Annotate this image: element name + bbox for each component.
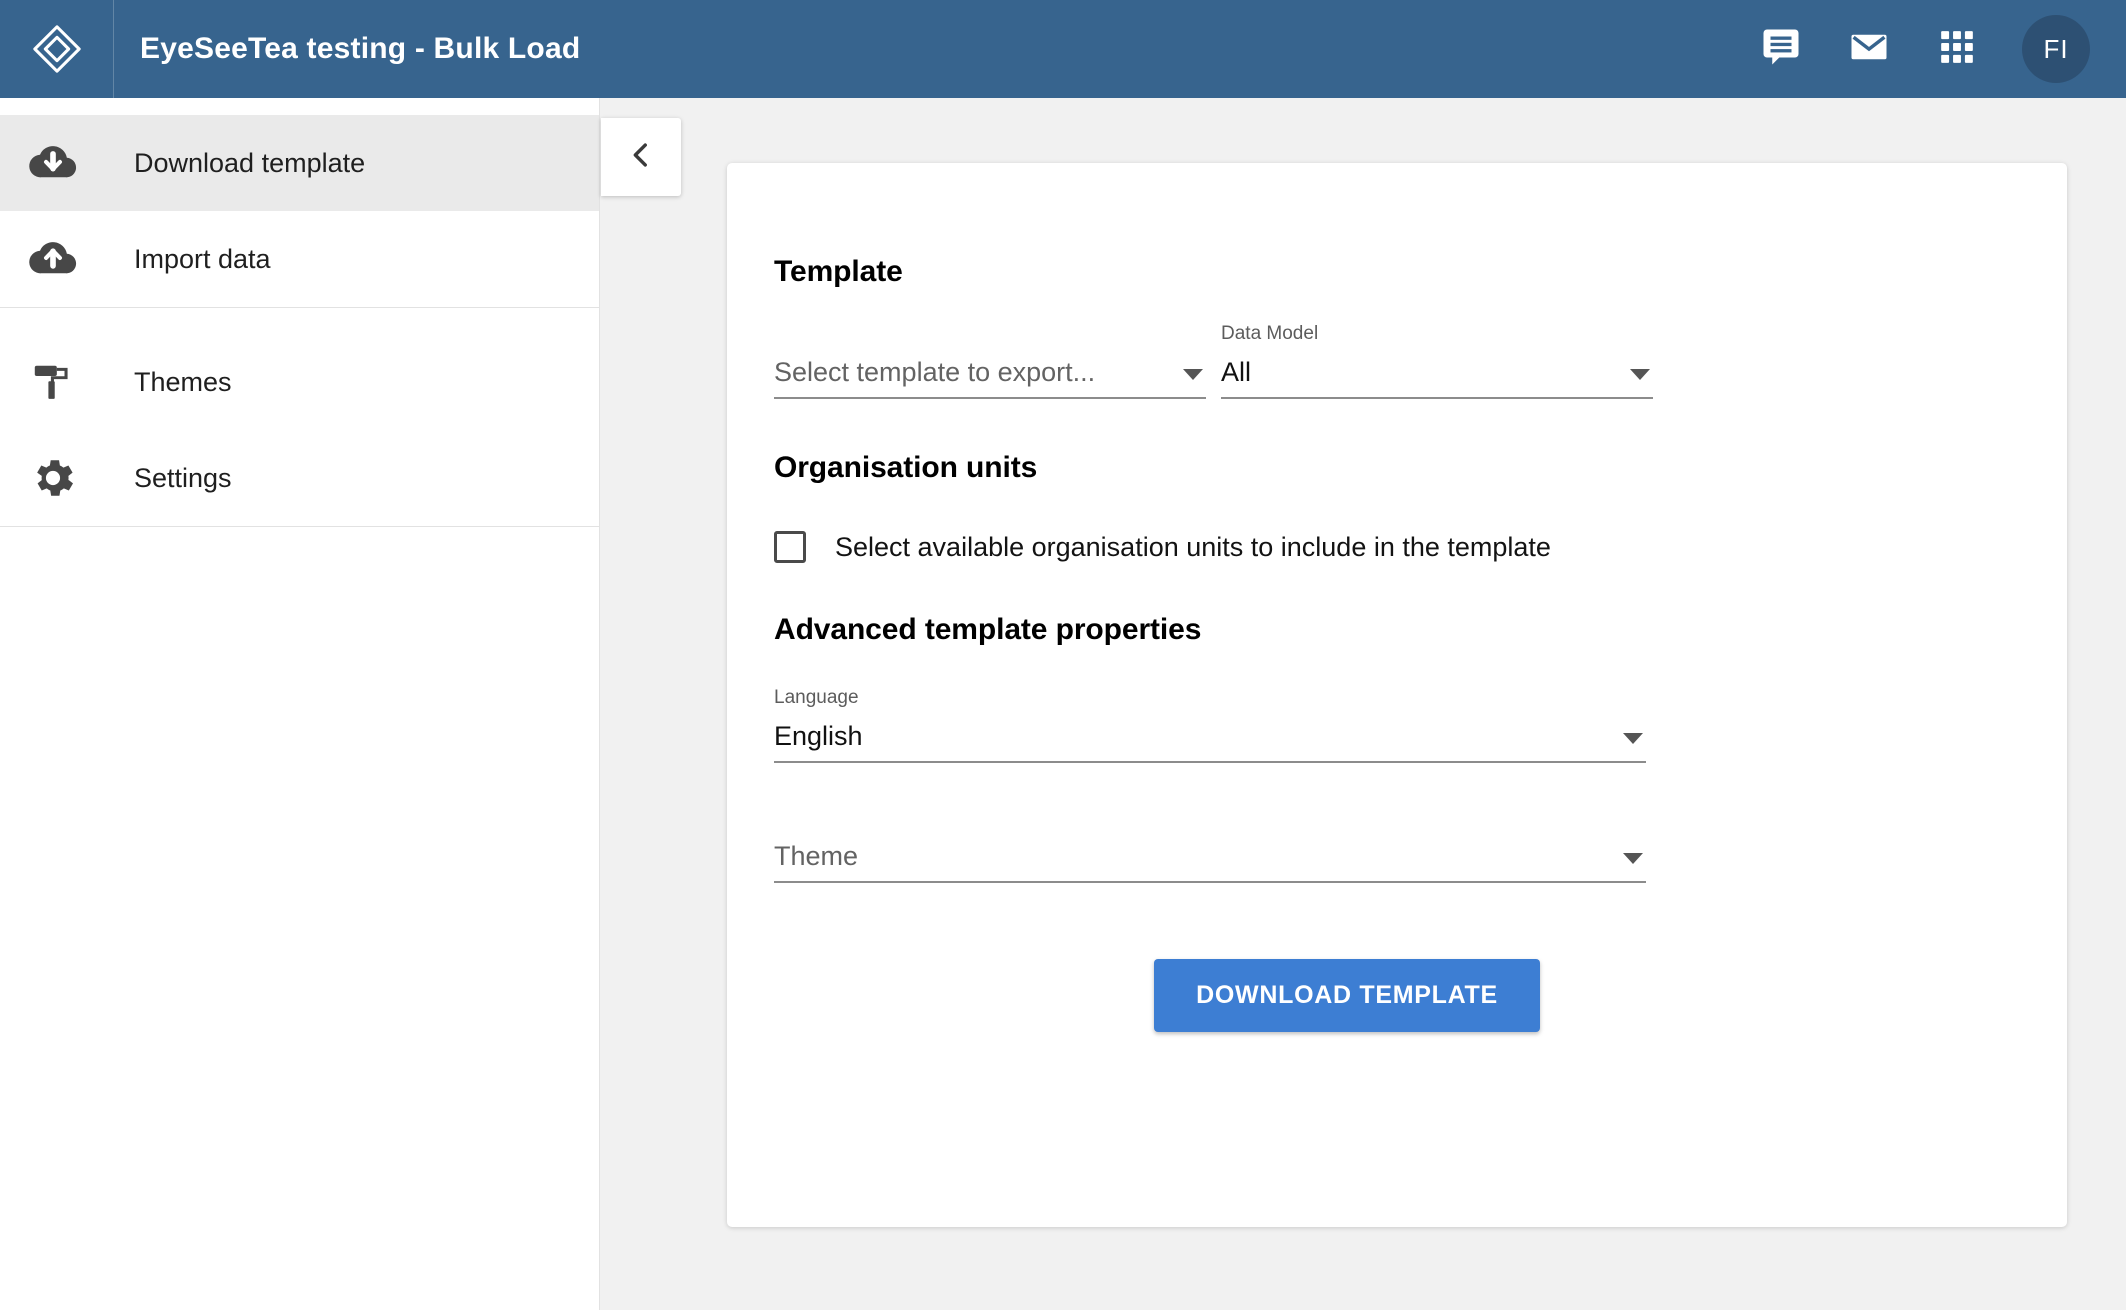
theme-select[interactable]: Theme xyxy=(774,831,1646,883)
sidebar-item-import-data[interactable]: Import data xyxy=(0,211,599,307)
data-model-label: Data Model xyxy=(1221,323,1319,344)
language-select-value: English xyxy=(774,720,863,751)
data-model-select-field: Data Model All xyxy=(1221,321,1653,399)
section-title-template: Template xyxy=(774,255,903,288)
chevron-down-icon xyxy=(1183,369,1203,380)
chevron-left-icon xyxy=(624,138,658,177)
data-model-select[interactable]: All xyxy=(1221,347,1653,399)
envelope-icon xyxy=(1848,26,1890,73)
download-template-card: Template Select template to export... Da… xyxy=(727,163,2067,1227)
data-model-select-value: All xyxy=(1221,356,1252,387)
chevron-down-icon xyxy=(1630,369,1650,380)
org-units-checkbox-label: Select available organisation units to i… xyxy=(835,531,1551,562)
sidebar-item-settings[interactable]: Settings xyxy=(0,430,599,526)
chevron-down-icon xyxy=(1623,853,1643,864)
theme-select-field: Theme xyxy=(774,805,1646,883)
app-header: EyeSeeTea testing - Bulk Load FI xyxy=(0,0,2126,98)
sidebar-divider-bottom xyxy=(0,526,599,527)
message-bubble-icon xyxy=(1760,26,1802,73)
sidebar: Download template Import data Themes Set… xyxy=(0,98,600,1310)
download-button-wrap: DOWNLOAD TEMPLATE xyxy=(774,959,1967,1032)
sidebar-item-label: Import data xyxy=(134,243,271,274)
app-title: EyeSeeTea testing - Bulk Load xyxy=(140,32,581,65)
gear-icon xyxy=(22,447,84,509)
template-select-value: Select template to export... xyxy=(774,356,1096,387)
dhis2-layers-logo-icon xyxy=(29,21,85,77)
language-select-field: Language English xyxy=(774,685,1646,763)
avatar[interactable]: FI xyxy=(2022,15,2090,83)
cloud-upload-icon xyxy=(22,228,84,290)
template-fields-row: Select template to export... Data Model … xyxy=(774,321,1967,399)
content-area: Template Select template to export... Da… xyxy=(601,98,2126,1310)
app-logo[interactable] xyxy=(0,0,114,98)
section-title-advanced-properties: Advanced template properties xyxy=(774,613,1202,646)
org-units-checkbox-row[interactable]: Select available organisation units to i… xyxy=(774,531,1967,563)
sidebar-collapse-button[interactable] xyxy=(601,118,681,196)
language-select[interactable]: English xyxy=(774,711,1646,763)
apps-grid-icon xyxy=(1938,28,1976,71)
section-title-organisation-units: Organisation units xyxy=(774,451,1038,484)
download-template-button[interactable]: DOWNLOAD TEMPLATE xyxy=(1154,959,1540,1032)
paint-roller-icon xyxy=(22,351,84,413)
sidebar-item-themes[interactable]: Themes xyxy=(0,334,599,430)
theme-select-value: Theme xyxy=(774,840,859,871)
messages-button[interactable] xyxy=(1758,26,1804,72)
sidebar-item-label: Settings xyxy=(134,462,232,493)
cloud-download-icon xyxy=(22,132,84,194)
apps-button[interactable] xyxy=(1934,26,1980,72)
chevron-down-icon xyxy=(1623,733,1643,744)
template-select[interactable]: Select template to export... xyxy=(774,347,1206,399)
header-actions: FI xyxy=(1758,15,2090,83)
template-select-field: Select template to export... xyxy=(774,321,1206,399)
language-label: Language xyxy=(774,687,859,708)
sidebar-item-label: Download template xyxy=(134,147,366,178)
sidebar-item-label: Themes xyxy=(134,366,232,397)
org-units-checkbox[interactable] xyxy=(774,531,806,563)
mail-button[interactable] xyxy=(1846,26,1892,72)
sidebar-item-download-template[interactable]: Download template xyxy=(0,115,599,211)
